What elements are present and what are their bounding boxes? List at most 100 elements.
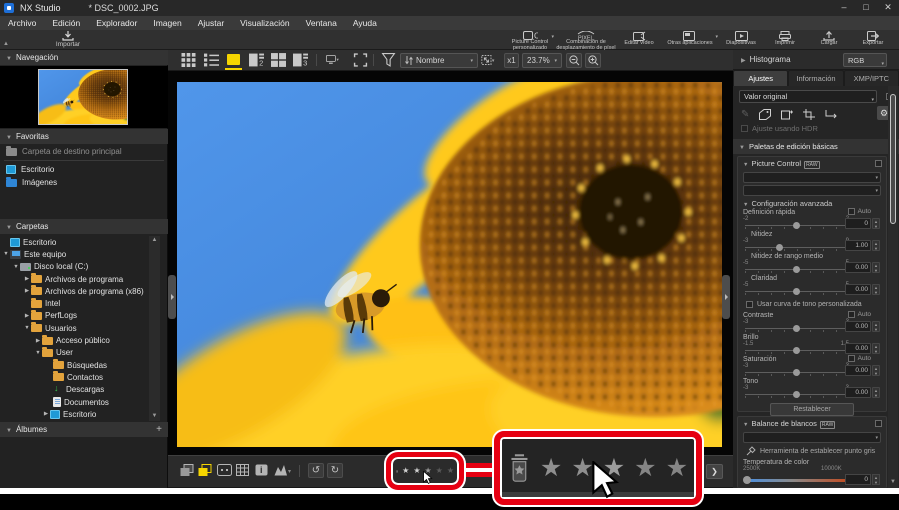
tree-item-acceso-publico[interactable]: ▶Acceso público xyxy=(0,334,149,346)
menu-explorador[interactable]: Explorador xyxy=(88,16,145,30)
menu-ventana[interactable]: Ventana xyxy=(298,16,345,30)
scrollbar-thumb[interactable] xyxy=(890,94,896,224)
info-overlay-icon[interactable]: i xyxy=(255,464,268,476)
expanded-arrow-icon[interactable]: ▼ xyxy=(23,325,31,331)
tree-item-escritorio[interactable]: Escritorio xyxy=(0,236,149,248)
gray-point-tool[interactable]: Herramienta de establecer punto gris xyxy=(746,446,881,456)
slider-handle[interactable] xyxy=(776,244,783,251)
menu-ayuda[interactable]: Ayuda xyxy=(345,16,385,30)
slider-handle[interactable] xyxy=(793,266,800,273)
image-info-view-icon[interactable]: 3 xyxy=(293,53,308,67)
print-button[interactable]: Imprimir xyxy=(763,30,807,50)
image-viewer[interactable] xyxy=(168,71,733,476)
menu-imagen[interactable]: Imagen xyxy=(145,16,189,30)
tree-item-documentos[interactable]: Documentos xyxy=(0,396,149,408)
preset-dropdown[interactable]: Valor original▾ xyxy=(739,90,877,103)
close-button[interactable]: ✕ xyxy=(877,0,899,16)
expanded-arrow-icon[interactable]: ▼ xyxy=(2,251,10,257)
navigation-header[interactable]: ▼Navegación xyxy=(0,50,168,65)
slider-value[interactable]: 0.00 xyxy=(845,343,871,354)
value-spinner[interactable]: ▲▼ xyxy=(872,240,880,251)
image-filmstrip-view-icon[interactable]: 2 xyxy=(249,53,264,67)
favorite-pictures[interactable]: Imágenes xyxy=(0,176,168,189)
favorites-header[interactable]: ▼Favoritas xyxy=(0,129,168,144)
crop-icon[interactable] xyxy=(803,109,815,120)
picture-control-header[interactable]: ▼Picture ControlRAW xyxy=(738,157,886,170)
secondary-display-icon[interactable]: ▾ xyxy=(326,53,341,67)
slider-handle[interactable] xyxy=(793,222,800,229)
toolbar-collapse-icon[interactable]: ▲ xyxy=(3,41,9,47)
expanded-arrow-icon[interactable]: ▼ xyxy=(34,350,42,356)
favorite-main-destination[interactable]: Carpeta de destino principal xyxy=(0,145,168,158)
picture-control-dropdown[interactable]: ▾ xyxy=(743,172,881,183)
menu-ajustar[interactable]: Ajustar xyxy=(190,16,232,30)
tab-informacion[interactable]: Información xyxy=(788,70,843,86)
rotate-right-button[interactable]: ↻ xyxy=(327,463,343,478)
favorite-desktop[interactable]: Escritorio xyxy=(0,163,168,176)
slider-value[interactable]: 0 xyxy=(845,218,871,229)
add-album-button[interactable]: + xyxy=(156,422,162,437)
rating-star-1[interactable]: ★ xyxy=(402,467,409,475)
rating-star-5[interactable]: ★ xyxy=(447,467,454,475)
list-view-icon[interactable] xyxy=(204,53,219,67)
value-spinner[interactable]: ▲▼ xyxy=(872,387,880,398)
straighten-icon[interactable] xyxy=(825,109,837,120)
pixel-shift-button[interactable]: PIXEL Combinación de desplazamiento de p… xyxy=(555,30,617,50)
collapsed-arrow-icon[interactable]: ▶ xyxy=(42,411,50,417)
navigation-thumbnail[interactable] xyxy=(38,69,128,125)
collapsed-arrow-icon[interactable]: ▶ xyxy=(23,313,31,319)
collapsed-arrow-icon[interactable]: ▶ xyxy=(23,288,31,294)
filter-icon[interactable] xyxy=(381,53,396,67)
slider-value[interactable]: 0.00 xyxy=(845,387,871,398)
other-apps-button[interactable]: ▾ Otras aplicaciones xyxy=(661,30,719,50)
slider-value[interactable]: 1.00 xyxy=(845,240,871,251)
fit-to-screen-dropdown[interactable]: ▾ xyxy=(481,53,496,67)
histogram-channel-dropdown[interactable]: RGB▾ xyxy=(843,53,887,67)
minimize-button[interactable]: – xyxy=(833,0,855,16)
expanded-arrow-icon[interactable]: ▼ xyxy=(12,264,20,270)
slider-handle[interactable] xyxy=(793,369,800,376)
zoom-1to1-button[interactable]: x1 xyxy=(504,53,519,68)
menu-edicion[interactable]: Edición xyxy=(44,16,88,30)
auto-checkbox[interactable] xyxy=(848,208,855,215)
scroll-down-icon[interactable]: ▼ xyxy=(149,412,160,421)
slider-value[interactable]: 0.00 xyxy=(845,262,871,273)
remove-rating-trash-icon[interactable] xyxy=(396,466,398,477)
value-spinner[interactable]: ▲▼ xyxy=(872,343,880,354)
rotate-left-button[interactable]: ↺ xyxy=(308,463,324,478)
zoom-out-button[interactable] xyxy=(566,53,582,68)
slider-value[interactable]: 0.00 xyxy=(845,321,871,332)
fullscreen-icon[interactable] xyxy=(353,53,368,67)
sync-compare-icon-active[interactable] xyxy=(198,464,212,477)
aspect-ratio-icon[interactable] xyxy=(217,464,232,476)
value-spinner[interactable]: ▲▼ xyxy=(872,474,880,485)
folders-header[interactable]: ▼Carpetas xyxy=(0,219,168,234)
tree-item-intel[interactable]: Intel xyxy=(0,297,149,309)
value-spinner[interactable]: ▲▼ xyxy=(872,218,880,229)
albums-header[interactable]: ▼Álbumes+ xyxy=(0,422,168,437)
tag-icon[interactable] xyxy=(759,109,771,120)
slider-track[interactable] xyxy=(745,247,849,248)
auto-checkbox[interactable] xyxy=(848,311,855,318)
white-balance-header[interactable]: ▼Balance de blancosRAW xyxy=(738,417,886,430)
slider-handle[interactable] xyxy=(793,347,800,354)
tree-item-este-equipo[interactable]: ▼Este equipo xyxy=(0,248,149,260)
picture-control-sub-dropdown[interactable]: ▾ xyxy=(743,185,881,196)
next-panel-button[interactable]: ❯ xyxy=(706,464,723,479)
tab-xmp-iptc[interactable]: XMP/IPTC xyxy=(844,70,899,86)
tree-scrollbar[interactable]: ▲ ▼ xyxy=(149,236,160,421)
tree-item-busquedas[interactable]: Búsquedas xyxy=(0,359,149,371)
basic-palettes-header[interactable]: ▼Paletas de edición básicas xyxy=(733,139,899,154)
white-balance-dropdown[interactable]: ▾ xyxy=(743,432,881,443)
histogram-overlay-icon[interactable]: ▾ xyxy=(274,464,293,476)
scroll-up-icon[interactable]: ▲ xyxy=(149,236,160,245)
edit-video-button[interactable]: Editar vídeo xyxy=(617,30,661,50)
right-panel-collapse-handle[interactable] xyxy=(722,275,730,319)
value-spinner[interactable]: ▲▼ xyxy=(872,321,880,332)
retouch-brush-icon[interactable]: ✎ xyxy=(741,109,749,120)
tab-ajustes[interactable]: Ajustes xyxy=(733,70,788,86)
panel-scrollbar[interactable]: ▼ xyxy=(888,86,898,488)
collapsed-arrow-icon[interactable]: ▶ xyxy=(34,338,42,344)
slideshow-button[interactable]: Diapositivas xyxy=(719,30,763,50)
upload-button[interactable]: Cargar xyxy=(807,30,851,50)
